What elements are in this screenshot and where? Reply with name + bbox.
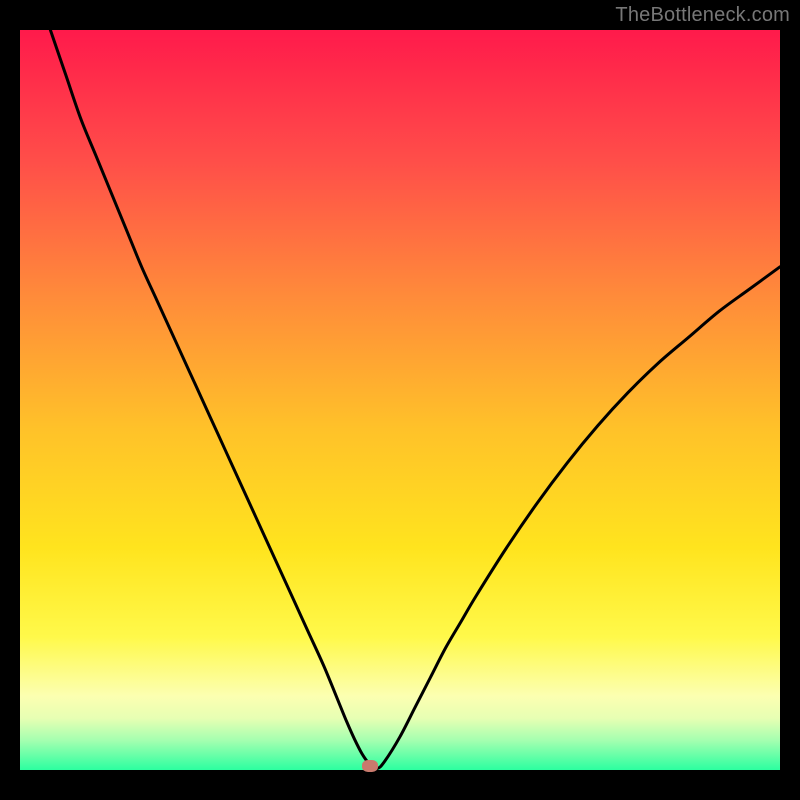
chart-frame: TheBottleneck.com bbox=[0, 0, 800, 800]
curve-svg bbox=[20, 30, 780, 770]
bottleneck-curve bbox=[50, 30, 780, 769]
watermark-text: TheBottleneck.com bbox=[615, 4, 790, 27]
minimum-marker bbox=[362, 760, 378, 772]
